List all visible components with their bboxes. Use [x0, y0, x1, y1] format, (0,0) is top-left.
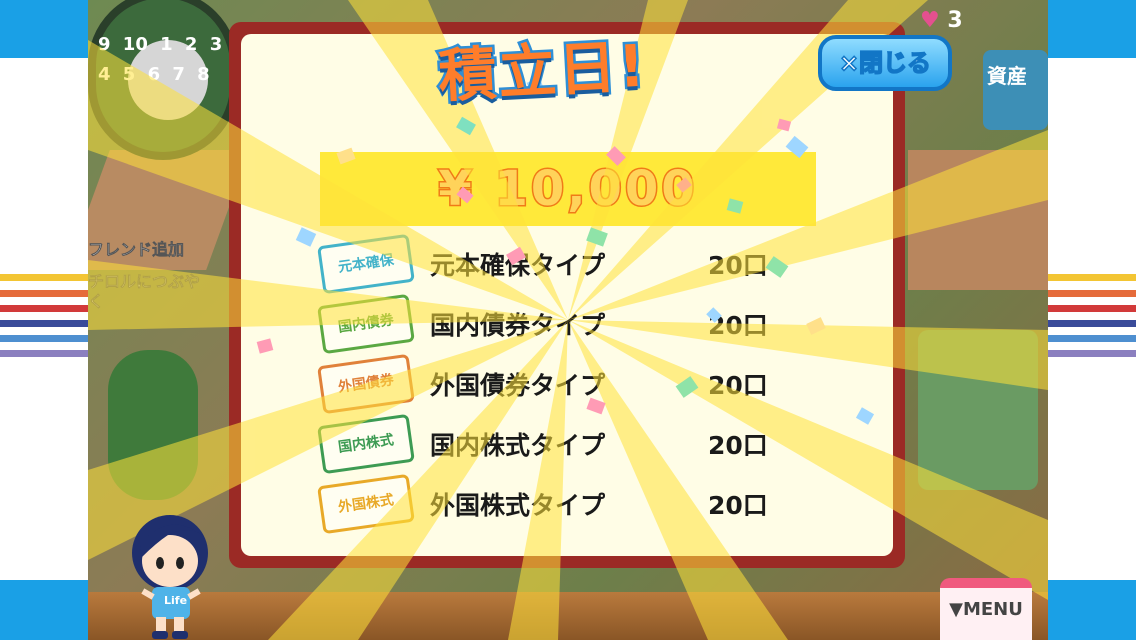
blue-band — [1048, 0, 1136, 58]
status-hearts: ♥ 3 — [920, 8, 963, 33]
row-label: 元本確保タイプ — [430, 251, 606, 280]
list-item: 外国債券 外国債券タイプ 20口 — [317, 353, 840, 416]
dialog-title: 積立日! — [434, 29, 651, 113]
row-count: 20口 — [708, 251, 768, 280]
row-count: 20口 — [708, 431, 768, 460]
asset-badge-text: 資産 — [987, 64, 1027, 88]
row-count: 20口 — [708, 371, 768, 400]
stripe — [1048, 274, 1136, 281]
list-item: 元本確保 元本確保タイプ 20口 — [317, 233, 840, 296]
row-count: 20口 — [708, 311, 768, 340]
blue-band — [0, 580, 88, 640]
stripe — [0, 335, 88, 342]
list-item: 国内債券 国内債券タイプ 20口 — [317, 293, 840, 356]
heart-icon: ♥ — [920, 8, 940, 33]
amount-banner: ¥ 10,000 — [320, 152, 816, 226]
blue-band — [0, 0, 88, 58]
tweet-button[interactable]: チロルにつぶやく — [88, 272, 208, 312]
blue-band — [1048, 580, 1136, 640]
right-side-panel — [1048, 0, 1136, 640]
badge-domestic-stock: 国内株式 — [317, 413, 415, 475]
friend-add-button[interactable]: フレンド追加 — [88, 240, 208, 260]
row-label: 国内債券タイプ — [430, 311, 606, 340]
close-button[interactable]: ×閉じる — [818, 35, 952, 91]
tree-tile — [108, 350, 198, 500]
row-count: 20口 — [708, 491, 768, 520]
character-avatar — [132, 515, 208, 639]
list-item: 外国株式 外国株式タイプ 20口 — [317, 473, 840, 536]
menu-button[interactable]: ▼MENU — [940, 578, 1032, 640]
stripe — [0, 274, 88, 281]
row-label: 外国株式タイプ — [430, 491, 606, 520]
stripe — [0, 350, 88, 357]
stripe — [0, 290, 88, 297]
stripe — [1048, 335, 1136, 342]
roulette-numbers: 9 10 1 2 3 4 5 6 7 8 — [98, 34, 223, 85]
badge-foreign-bond: 外国債券 — [317, 353, 415, 415]
stage-floor — [88, 592, 1048, 640]
stripe — [1048, 305, 1136, 312]
hearts-count: 3 — [947, 8, 963, 33]
building-tile — [918, 330, 1038, 490]
stripe — [0, 305, 88, 312]
left-side-panel — [0, 0, 88, 640]
amount-value: ¥ 10,000 — [437, 160, 698, 219]
row-label: 外国債券タイプ — [430, 371, 606, 400]
badge-foreign-stock: 外国株式 — [317, 473, 415, 535]
road-tile — [908, 150, 1048, 290]
list-item: 国内株式 国内株式タイプ 20口 — [317, 413, 840, 476]
row-label: 国内株式タイプ — [430, 431, 606, 460]
character-shirt-text: Life — [164, 594, 188, 607]
game-screen: 資産 9 10 1 2 3 4 5 6 7 8 ♥ 3 フレンド追加 チロルにつ… — [88, 0, 1048, 640]
stripe — [1048, 320, 1136, 327]
badge-domestic-bond: 国内債券 — [317, 293, 415, 355]
stripe — [1048, 290, 1136, 297]
stripe — [0, 320, 88, 327]
badge-principal-guaranteed: 元本確保 — [317, 233, 415, 295]
side-menu: フレンド追加 チロルにつぶやく — [88, 240, 208, 324]
stripe — [1048, 350, 1136, 357]
